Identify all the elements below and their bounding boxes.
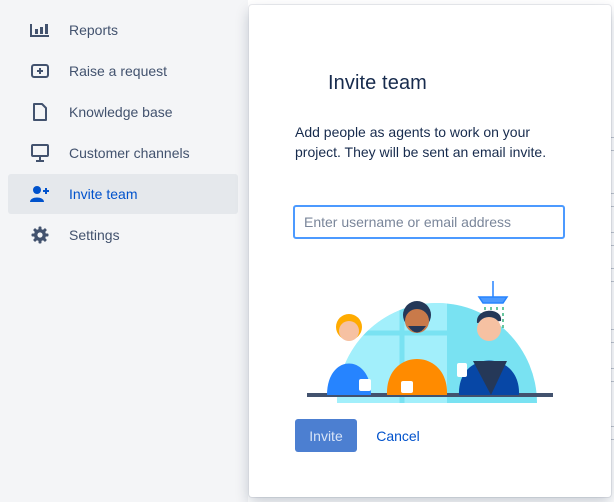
monitor-icon <box>30 144 50 162</box>
sidebar-item-label: Settings <box>69 227 120 243</box>
sidebar-item-label: Raise a request <box>69 63 168 79</box>
cancel-button[interactable]: Cancel <box>367 419 429 452</box>
sidebar-item-settings[interactable]: Settings <box>8 215 238 255</box>
sidebar-item-customer-channels[interactable]: Customer channels <box>8 133 238 173</box>
invite-team-modal: Invite team Add people as agents to work… <box>249 5 611 497</box>
sidebar-item-reports[interactable]: Reports <box>8 10 238 50</box>
invite-button[interactable]: Invite <box>295 419 357 452</box>
sidebar-item-invite-team[interactable]: Invite team <box>8 174 238 214</box>
team-illustration <box>307 281 553 403</box>
invite-username-input[interactable] <box>293 205 565 239</box>
sidebar-item-raise-request[interactable]: Raise a request <box>8 51 238 91</box>
sidebar-item-label: Customer channels <box>69 145 190 161</box>
add-person-icon <box>30 185 50 203</box>
reports-chart-icon <box>30 21 50 39</box>
modal-description: Add people as agents to work on your pro… <box>295 124 547 160</box>
raise-request-icon <box>30 62 50 80</box>
document-icon <box>30 103 50 121</box>
sidebar-item-label: Reports <box>69 22 119 38</box>
sidebar-item-knowledge-base[interactable]: Knowledge base <box>8 92 238 132</box>
sidebar-item-label: Invite team <box>69 186 138 202</box>
modal-title: Invite team <box>328 72 427 94</box>
sidebar-item-label: Knowledge base <box>69 104 173 120</box>
sidebar: Reports Raise a request Knowledge base C… <box>0 0 248 502</box>
gear-icon <box>30 226 50 244</box>
